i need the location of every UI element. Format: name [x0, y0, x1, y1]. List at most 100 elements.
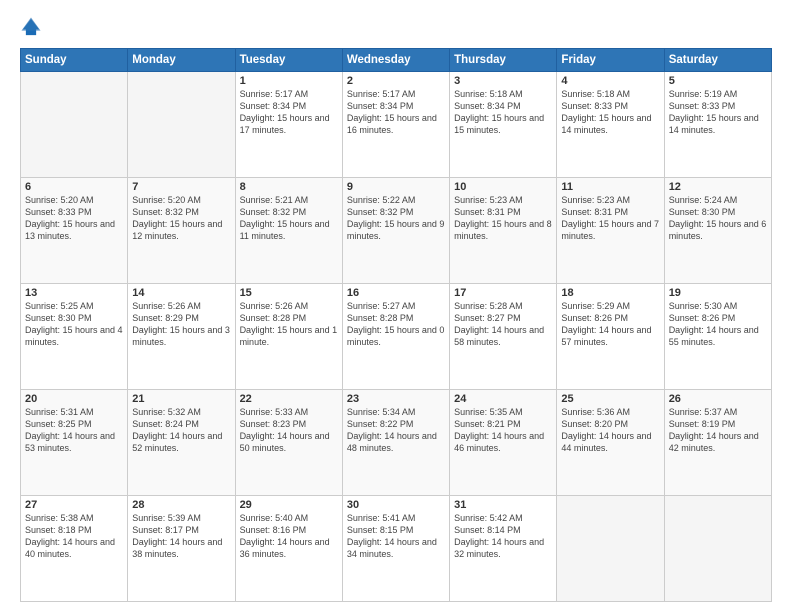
day-info: Sunrise: 5:31 AM Sunset: 8:25 PM Dayligh… — [25, 406, 123, 455]
calendar-table: SundayMondayTuesdayWednesdayThursdayFrid… — [20, 48, 772, 602]
calendar-cell: 14Sunrise: 5:26 AM Sunset: 8:29 PM Dayli… — [128, 284, 235, 390]
day-number: 27 — [25, 499, 123, 511]
calendar-cell: 5Sunrise: 5:19 AM Sunset: 8:33 PM Daylig… — [664, 72, 771, 178]
day-info: Sunrise: 5:19 AM Sunset: 8:33 PM Dayligh… — [669, 88, 767, 137]
calendar-cell: 16Sunrise: 5:27 AM Sunset: 8:28 PM Dayli… — [342, 284, 449, 390]
calendar-cell: 7Sunrise: 5:20 AM Sunset: 8:32 PM Daylig… — [128, 178, 235, 284]
day-info: Sunrise: 5:32 AM Sunset: 8:24 PM Dayligh… — [132, 406, 230, 455]
day-number: 24 — [454, 393, 552, 405]
calendar-header-friday: Friday — [557, 49, 664, 72]
day-info: Sunrise: 5:24 AM Sunset: 8:30 PM Dayligh… — [669, 194, 767, 243]
calendar-cell: 21Sunrise: 5:32 AM Sunset: 8:24 PM Dayli… — [128, 390, 235, 496]
calendar-cell: 3Sunrise: 5:18 AM Sunset: 8:34 PM Daylig… — [450, 72, 557, 178]
calendar-cell: 28Sunrise: 5:39 AM Sunset: 8:17 PM Dayli… — [128, 496, 235, 602]
calendar-cell: 11Sunrise: 5:23 AM Sunset: 8:31 PM Dayli… — [557, 178, 664, 284]
calendar-cell: 9Sunrise: 5:22 AM Sunset: 8:32 PM Daylig… — [342, 178, 449, 284]
calendar-cell: 29Sunrise: 5:40 AM Sunset: 8:16 PM Dayli… — [235, 496, 342, 602]
calendar-cell: 8Sunrise: 5:21 AM Sunset: 8:32 PM Daylig… — [235, 178, 342, 284]
day-info: Sunrise: 5:20 AM Sunset: 8:33 PM Dayligh… — [25, 194, 123, 243]
day-info: Sunrise: 5:21 AM Sunset: 8:32 PM Dayligh… — [240, 194, 338, 243]
day-number: 29 — [240, 499, 338, 511]
day-number: 19 — [669, 287, 767, 299]
day-number: 13 — [25, 287, 123, 299]
day-number: 9 — [347, 181, 445, 193]
day-number: 6 — [25, 181, 123, 193]
day-info: Sunrise: 5:42 AM Sunset: 8:14 PM Dayligh… — [454, 512, 552, 561]
day-info: Sunrise: 5:27 AM Sunset: 8:28 PM Dayligh… — [347, 300, 445, 349]
calendar-cell: 4Sunrise: 5:18 AM Sunset: 8:33 PM Daylig… — [557, 72, 664, 178]
day-number: 30 — [347, 499, 445, 511]
day-number: 3 — [454, 75, 552, 87]
calendar-cell: 23Sunrise: 5:34 AM Sunset: 8:22 PM Dayli… — [342, 390, 449, 496]
day-number: 18 — [561, 287, 659, 299]
calendar-header-tuesday: Tuesday — [235, 49, 342, 72]
day-info: Sunrise: 5:26 AM Sunset: 8:29 PM Dayligh… — [132, 300, 230, 349]
day-number: 21 — [132, 393, 230, 405]
day-number: 15 — [240, 287, 338, 299]
day-info: Sunrise: 5:39 AM Sunset: 8:17 PM Dayligh… — [132, 512, 230, 561]
calendar-cell: 24Sunrise: 5:35 AM Sunset: 8:21 PM Dayli… — [450, 390, 557, 496]
day-info: Sunrise: 5:23 AM Sunset: 8:31 PM Dayligh… — [561, 194, 659, 243]
calendar-cell — [128, 72, 235, 178]
day-number: 25 — [561, 393, 659, 405]
calendar-cell: 1Sunrise: 5:17 AM Sunset: 8:34 PM Daylig… — [235, 72, 342, 178]
calendar-header-wednesday: Wednesday — [342, 49, 449, 72]
day-number: 1 — [240, 75, 338, 87]
day-number: 12 — [669, 181, 767, 193]
calendar-cell — [664, 496, 771, 602]
calendar-cell: 2Sunrise: 5:17 AM Sunset: 8:34 PM Daylig… — [342, 72, 449, 178]
calendar-header-thursday: Thursday — [450, 49, 557, 72]
day-number: 26 — [669, 393, 767, 405]
day-number: 22 — [240, 393, 338, 405]
day-number: 31 — [454, 499, 552, 511]
day-number: 17 — [454, 287, 552, 299]
calendar-week-4: 20Sunrise: 5:31 AM Sunset: 8:25 PM Dayli… — [21, 390, 772, 496]
day-info: Sunrise: 5:33 AM Sunset: 8:23 PM Dayligh… — [240, 406, 338, 455]
day-info: Sunrise: 5:20 AM Sunset: 8:32 PM Dayligh… — [132, 194, 230, 243]
day-info: Sunrise: 5:26 AM Sunset: 8:28 PM Dayligh… — [240, 300, 338, 349]
calendar-cell: 20Sunrise: 5:31 AM Sunset: 8:25 PM Dayli… — [21, 390, 128, 496]
day-number: 20 — [25, 393, 123, 405]
logo — [20, 16, 46, 38]
logo-icon — [20, 16, 42, 38]
day-info: Sunrise: 5:18 AM Sunset: 8:34 PM Dayligh… — [454, 88, 552, 137]
day-info: Sunrise: 5:25 AM Sunset: 8:30 PM Dayligh… — [25, 300, 123, 349]
day-info: Sunrise: 5:17 AM Sunset: 8:34 PM Dayligh… — [240, 88, 338, 137]
day-info: Sunrise: 5:38 AM Sunset: 8:18 PM Dayligh… — [25, 512, 123, 561]
day-info: Sunrise: 5:17 AM Sunset: 8:34 PM Dayligh… — [347, 88, 445, 137]
day-info: Sunrise: 5:23 AM Sunset: 8:31 PM Dayligh… — [454, 194, 552, 243]
day-info: Sunrise: 5:36 AM Sunset: 8:20 PM Dayligh… — [561, 406, 659, 455]
day-info: Sunrise: 5:22 AM Sunset: 8:32 PM Dayligh… — [347, 194, 445, 243]
day-info: Sunrise: 5:18 AM Sunset: 8:33 PM Dayligh… — [561, 88, 659, 137]
calendar-header-monday: Monday — [128, 49, 235, 72]
day-info: Sunrise: 5:29 AM Sunset: 8:26 PM Dayligh… — [561, 300, 659, 349]
calendar-cell: 15Sunrise: 5:26 AM Sunset: 8:28 PM Dayli… — [235, 284, 342, 390]
calendar-cell: 18Sunrise: 5:29 AM Sunset: 8:26 PM Dayli… — [557, 284, 664, 390]
day-number: 28 — [132, 499, 230, 511]
day-info: Sunrise: 5:30 AM Sunset: 8:26 PM Dayligh… — [669, 300, 767, 349]
day-number: 8 — [240, 181, 338, 193]
day-number: 16 — [347, 287, 445, 299]
day-number: 14 — [132, 287, 230, 299]
calendar-header-row: SundayMondayTuesdayWednesdayThursdayFrid… — [21, 49, 772, 72]
calendar-cell: 26Sunrise: 5:37 AM Sunset: 8:19 PM Dayli… — [664, 390, 771, 496]
day-number: 4 — [561, 75, 659, 87]
calendar-cell: 6Sunrise: 5:20 AM Sunset: 8:33 PM Daylig… — [21, 178, 128, 284]
day-number: 11 — [561, 181, 659, 193]
day-info: Sunrise: 5:34 AM Sunset: 8:22 PM Dayligh… — [347, 406, 445, 455]
day-info: Sunrise: 5:35 AM Sunset: 8:21 PM Dayligh… — [454, 406, 552, 455]
calendar-cell: 30Sunrise: 5:41 AM Sunset: 8:15 PM Dayli… — [342, 496, 449, 602]
day-number: 2 — [347, 75, 445, 87]
calendar-week-5: 27Sunrise: 5:38 AM Sunset: 8:18 PM Dayli… — [21, 496, 772, 602]
day-info: Sunrise: 5:40 AM Sunset: 8:16 PM Dayligh… — [240, 512, 338, 561]
day-number: 5 — [669, 75, 767, 87]
calendar-cell: 25Sunrise: 5:36 AM Sunset: 8:20 PM Dayli… — [557, 390, 664, 496]
calendar-cell: 31Sunrise: 5:42 AM Sunset: 8:14 PM Dayli… — [450, 496, 557, 602]
day-number: 10 — [454, 181, 552, 193]
calendar-week-2: 6Sunrise: 5:20 AM Sunset: 8:33 PM Daylig… — [21, 178, 772, 284]
calendar-week-1: 1Sunrise: 5:17 AM Sunset: 8:34 PM Daylig… — [21, 72, 772, 178]
calendar-header-saturday: Saturday — [664, 49, 771, 72]
calendar-cell: 22Sunrise: 5:33 AM Sunset: 8:23 PM Dayli… — [235, 390, 342, 496]
calendar-cell: 27Sunrise: 5:38 AM Sunset: 8:18 PM Dayli… — [21, 496, 128, 602]
calendar-cell: 13Sunrise: 5:25 AM Sunset: 8:30 PM Dayli… — [21, 284, 128, 390]
